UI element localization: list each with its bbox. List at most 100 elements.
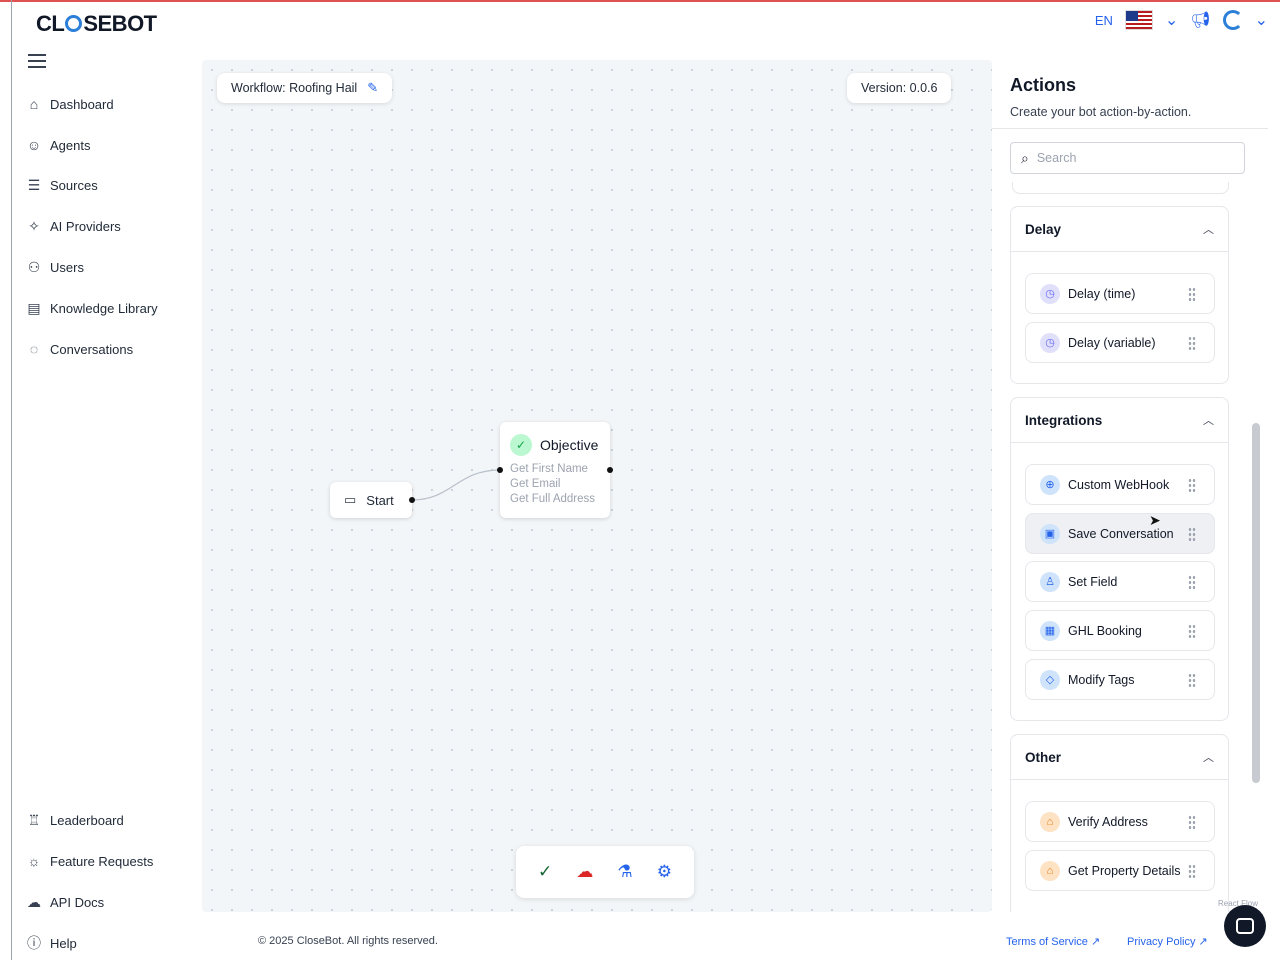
sidebar-item-label: Leaderboard: [50, 812, 124, 828]
sidebar-item-label: Knowledge Library: [50, 300, 158, 316]
drag-handle-icon[interactable]: [1188, 287, 1196, 301]
action-delay-time[interactable]: ◷ Delay (time): [1025, 273, 1215, 314]
actions-panel: Actions Create your bot action-by-action…: [992, 60, 1268, 912]
start-output-handle[interactable]: [409, 497, 415, 503]
search-input[interactable]: [1036, 151, 1227, 165]
start-node[interactable]: ▭ Start: [330, 482, 412, 518]
panel-title: Actions: [1010, 75, 1077, 95]
action-custom-webhook[interactable]: ⊕ Custom WebHook: [1025, 464, 1215, 505]
us-flag-icon[interactable]: [1124, 10, 1153, 30]
action-delay-variable[interactable]: ◷ Delay (variable): [1025, 322, 1215, 363]
sidebar-item-users[interactable]: ⚇ Users: [26, 259, 84, 275]
clock-icon: ◷: [1040, 332, 1060, 353]
section-title: Integrations: [1025, 412, 1103, 428]
language-code[interactable]: EN: [1095, 13, 1113, 28]
section-other: Other ︿ ⌂ Verify Address ⌂ Get Property …: [1010, 734, 1229, 912]
sidebar-item-dashboard[interactable]: ⌂ Dashboard: [26, 96, 114, 112]
pencil-icon[interactable]: ✎: [367, 80, 378, 96]
sidebar-item-label: Sources: [50, 177, 98, 193]
sidebar-item-sources[interactable]: ☰ Sources: [26, 177, 98, 193]
panel-scrollbar[interactable]: [1252, 423, 1260, 783]
sidebar-item-feature-requests[interactable]: ☼ Feature Requests: [26, 853, 154, 869]
action-get-property-details[interactable]: ⌂ Get Property Details: [1025, 850, 1215, 891]
hamburger-menu-icon[interactable]: [28, 54, 46, 68]
house-icon: ⌂: [1040, 811, 1060, 832]
action-save-conversation[interactable]: ▣ Save Conversation: [1025, 513, 1215, 554]
objective-node[interactable]: ✓ Objective Get First Name Get Email Get…: [500, 422, 610, 518]
action-ghl-booking[interactable]: ▦ GHL Booking: [1025, 610, 1215, 651]
chevron-down-icon[interactable]: ⌄: [1165, 10, 1178, 30]
trophy-icon: ♖: [27, 811, 41, 828]
panel-subtitle: Create your bot action-by-action.: [1010, 105, 1192, 119]
objective-line: Get Full Address: [510, 493, 596, 505]
sidebar-item-ai-providers[interactable]: ✧ AI Providers: [26, 218, 121, 234]
drag-handle-icon[interactable]: [1188, 673, 1196, 687]
action-label: GHL Booking: [1068, 623, 1142, 638]
logo-o-icon: [65, 15, 83, 32]
sidebar-item-label: Dashboard: [50, 96, 114, 112]
drag-handle-icon[interactable]: [1188, 527, 1196, 541]
database-icon: ☰: [27, 176, 41, 193]
section-title: Other: [1025, 749, 1062, 765]
sidebar-item-agents[interactable]: ☺ Agents: [26, 137, 91, 153]
search-icon: ⌕: [1021, 149, 1029, 166]
action-verify-address[interactable]: ⌂ Verify Address: [1025, 801, 1215, 842]
workflow-name-pill[interactable]: Workflow: Roofing Hail ✎: [217, 73, 393, 103]
version-label: Version: 0.0.6: [861, 81, 938, 95]
objective-node-title: Objective: [540, 437, 599, 453]
objective-line: Get First Name: [510, 463, 588, 475]
book-icon: ▤: [27, 299, 41, 316]
lightbulb-icon: ☼: [27, 853, 41, 869]
objective-input-handle[interactable]: [497, 467, 503, 473]
objective-output-handle[interactable]: [607, 467, 613, 473]
privacy-policy-link[interactable]: Privacy Policy ↗: [1127, 935, 1208, 948]
sidebar-item-label: Conversations: [50, 341, 134, 357]
drag-handle-icon[interactable]: [1188, 815, 1196, 829]
home-icon: ⌂: [29, 96, 39, 112]
drag-handle-icon[interactable]: [1188, 864, 1196, 878]
drag-handle-icon[interactable]: [1188, 624, 1196, 638]
section-header-other[interactable]: Other ︿: [1011, 735, 1228, 780]
action-label: Delay (variable): [1068, 335, 1156, 350]
sidebar-item-api-docs[interactable]: ☁ API Docs: [26, 894, 104, 910]
section-title: Delay: [1025, 221, 1062, 237]
brand-logo[interactable]: CL SEBOT: [36, 11, 157, 37]
chat-widget-button[interactable]: [1224, 905, 1266, 947]
sidebar-item-label: Feature Requests: [50, 853, 154, 869]
sidebar-item-leaderboard[interactable]: ♖ Leaderboard: [26, 812, 124, 828]
account-avatar-icon[interactable]: [1222, 10, 1243, 30]
tag-icon: ◇: [1040, 669, 1060, 690]
workflow-canvas[interactable]: Workflow: Roofing Hail ✎ Version: 0.0.6 …: [202, 60, 992, 912]
cloud-alert-icon[interactable]: ☁: [576, 862, 593, 882]
sidebar-item-label: Help: [50, 935, 77, 951]
flask-icon[interactable]: ⚗: [617, 862, 632, 882]
megaphone-icon[interactable]: 📢︎: [1190, 10, 1210, 30]
drag-handle-icon[interactable]: [1188, 336, 1196, 350]
calendar-icon: ▦: [1040, 620, 1060, 641]
sidebar-item-knowledge-library[interactable]: ▤ Knowledge Library: [26, 299, 158, 316]
brand-suffix: SEBOT: [83, 11, 157, 36]
sidebar-item-label: Agents: [50, 137, 91, 153]
section-header-delay[interactable]: Delay ︿: [1011, 207, 1228, 252]
robot-icon: ☺: [26, 137, 42, 153]
workflow-name: Workflow: Roofing Hail: [231, 81, 358, 95]
terms-of-service-link[interactable]: Terms of Service ↗: [1006, 935, 1100, 948]
message-icon: ▭: [344, 492, 357, 507]
action-set-field[interactable]: ♙ Set Field: [1025, 561, 1215, 602]
external-link-icon: ↗: [1090, 936, 1101, 948]
sidebar-item-label: API Docs: [50, 894, 105, 910]
chevron-up-icon[interactable]: ︿: [1203, 412, 1214, 428]
gear-icon[interactable]: ⚙: [657, 862, 672, 882]
sidebar-item-conversations[interactable]: ◌ Conversations: [26, 341, 133, 357]
chevron-up-icon[interactable]: ︿: [1203, 749, 1214, 765]
drag-handle-icon[interactable]: [1188, 575, 1196, 589]
section-header-integrations[interactable]: Integrations ︿: [1011, 398, 1228, 443]
action-modify-tags[interactable]: ◇ Modify Tags: [1025, 659, 1215, 700]
chevron-up-icon[interactable]: ︿: [1203, 221, 1214, 237]
help-icon: ⓘ: [27, 935, 41, 951]
users-icon: ⚇: [27, 258, 41, 275]
drag-handle-icon[interactable]: [1188, 478, 1196, 492]
account-chevron-down-icon[interactable]: ⌄: [1255, 10, 1268, 30]
check-circle-icon[interactable]: ✓: [538, 862, 552, 882]
sidebar-item-help[interactable]: ⓘ Help: [26, 935, 77, 951]
